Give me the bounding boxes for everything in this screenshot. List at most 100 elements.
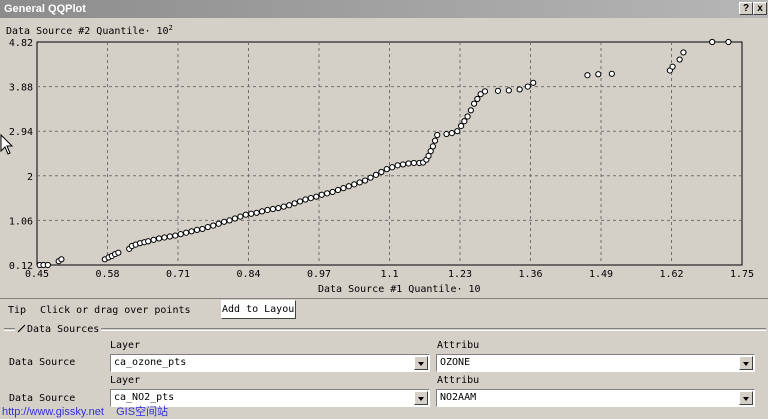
qq-point[interactable] bbox=[443, 130, 450, 138]
qq-point[interactable] bbox=[237, 213, 244, 220]
qqplot-panel[interactable]: Data Source #2 Quantile· 102 0.45 0.58 0.7… bbox=[0, 18, 768, 299]
qq-point[interactable] bbox=[524, 83, 531, 90]
y-tick-label: 4.82 bbox=[9, 38, 33, 49]
chevron-down-icon[interactable] bbox=[739, 391, 753, 405]
qq-point[interactable] bbox=[530, 79, 537, 86]
y-tick-label: 2.94 bbox=[9, 127, 33, 138]
qq-point[interactable] bbox=[709, 38, 716, 46]
x-tick-label: 1.23 bbox=[448, 269, 472, 280]
qq-point[interactable] bbox=[286, 202, 293, 209]
qq-point[interactable] bbox=[505, 87, 512, 94]
qq-point[interactable] bbox=[44, 261, 51, 269]
qq-point[interactable] bbox=[177, 231, 184, 238]
qq-point[interactable] bbox=[199, 225, 206, 233]
qq-point[interactable] bbox=[183, 229, 190, 236]
qq-point[interactable] bbox=[372, 171, 380, 178]
collapse-icon[interactable] bbox=[17, 323, 27, 333]
qq-point[interactable] bbox=[389, 164, 396, 171]
qq-point[interactable] bbox=[394, 162, 401, 169]
qq-point[interactable] bbox=[329, 188, 336, 196]
qq-point[interactable] bbox=[429, 143, 436, 150]
qq-point[interactable] bbox=[269, 205, 277, 213]
qq-point[interactable] bbox=[464, 113, 471, 120]
qq-point[interactable] bbox=[188, 228, 195, 235]
qq-point[interactable] bbox=[172, 232, 179, 239]
qq-point[interactable] bbox=[275, 204, 282, 212]
qq-point[interactable] bbox=[318, 191, 325, 198]
qq-point[interactable] bbox=[434, 131, 441, 139]
qq-point[interactable] bbox=[361, 177, 369, 184]
qq-point[interactable] bbox=[210, 222, 217, 229]
qq-point[interactable] bbox=[215, 220, 222, 227]
qq-point[interactable] bbox=[313, 193, 320, 200]
qq-point[interactable] bbox=[291, 200, 298, 207]
qq-point[interactable] bbox=[166, 233, 173, 240]
qq-point[interactable] bbox=[494, 87, 502, 94]
qq-point[interactable] bbox=[58, 256, 65, 263]
qq-point[interactable] bbox=[383, 166, 390, 173]
window-title: General QQPlot bbox=[4, 3, 86, 15]
qq-point[interactable] bbox=[161, 234, 168, 241]
qq-point[interactable] bbox=[608, 70, 615, 77]
qq-point[interactable] bbox=[242, 211, 249, 218]
qq-point[interactable] bbox=[367, 174, 374, 181]
qq-point[interactable] bbox=[399, 161, 407, 168]
chevron-down-icon[interactable] bbox=[414, 391, 428, 405]
chevron-down-icon[interactable] bbox=[414, 356, 428, 370]
qq-point[interactable] bbox=[231, 215, 239, 222]
qq-point[interactable] bbox=[516, 86, 523, 93]
attribute-select-1[interactable]: OZONE bbox=[436, 354, 755, 372]
qq-point[interactable] bbox=[193, 226, 201, 233]
qq-point[interactable] bbox=[584, 72, 591, 79]
qq-point[interactable] bbox=[461, 118, 468, 125]
qq-point[interactable] bbox=[115, 249, 122, 256]
qq-point[interactable] bbox=[155, 235, 163, 242]
qq-point[interactable] bbox=[334, 186, 342, 194]
qqplot-chart[interactable]: Data Source #2 Quantile· 102 0.45 0.58 0.7… bbox=[0, 18, 768, 299]
y-tick-label: 0.12 bbox=[9, 261, 33, 272]
qq-point[interactable] bbox=[220, 218, 228, 225]
qq-point[interactable] bbox=[454, 128, 461, 135]
help-button[interactable]: ? bbox=[739, 2, 753, 15]
qq-point[interactable] bbox=[302, 196, 309, 203]
qq-point[interactable] bbox=[356, 179, 363, 186]
attribute-select-2[interactable]: NO2AAM bbox=[436, 389, 755, 407]
qq-point[interactable] bbox=[204, 223, 211, 231]
qq-point[interactable] bbox=[725, 38, 732, 46]
qq-point[interactable] bbox=[680, 49, 687, 56]
qq-point[interactable] bbox=[248, 210, 255, 217]
qq-point[interactable] bbox=[253, 209, 260, 216]
y-tick-label: 1.06 bbox=[9, 216, 33, 227]
qq-point[interactable] bbox=[448, 129, 455, 137]
qq-point[interactable] bbox=[676, 56, 683, 63]
qq-point[interactable] bbox=[340, 185, 347, 192]
data-points[interactable] bbox=[36, 38, 732, 269]
qq-point[interactable] bbox=[431, 137, 439, 144]
add-to-layout-button[interactable]: Add to Layout bbox=[221, 300, 296, 319]
qq-point[interactable] bbox=[258, 208, 266, 215]
qq-point[interactable] bbox=[378, 168, 385, 176]
qq-point[interactable] bbox=[264, 206, 271, 214]
qq-point[interactable] bbox=[481, 88, 489, 95]
qq-point[interactable] bbox=[324, 190, 331, 197]
qq-point[interactable] bbox=[457, 122, 465, 130]
qq-point[interactable] bbox=[669, 63, 676, 70]
layer-value-2: ca_NO2_pts bbox=[114, 392, 175, 403]
qq-point[interactable] bbox=[405, 160, 412, 167]
qq-point[interactable] bbox=[150, 236, 157, 243]
qq-point[interactable] bbox=[471, 100, 478, 107]
qq-point[interactable] bbox=[145, 238, 152, 245]
qq-point[interactable] bbox=[410, 159, 418, 167]
qq-point[interactable] bbox=[296, 198, 304, 205]
close-button[interactable]: x bbox=[753, 2, 767, 15]
layer-select-1[interactable]: ca_ozone_pts bbox=[110, 354, 430, 372]
qq-point[interactable] bbox=[474, 95, 481, 103]
qq-point[interactable] bbox=[351, 181, 358, 188]
qq-point[interactable] bbox=[226, 217, 233, 224]
qq-point[interactable] bbox=[280, 203, 287, 210]
qq-point[interactable] bbox=[307, 195, 314, 202]
qq-point[interactable] bbox=[345, 183, 352, 190]
qq-point[interactable] bbox=[467, 107, 474, 114]
qq-point[interactable] bbox=[595, 71, 602, 78]
chevron-down-icon[interactable] bbox=[739, 356, 753, 370]
